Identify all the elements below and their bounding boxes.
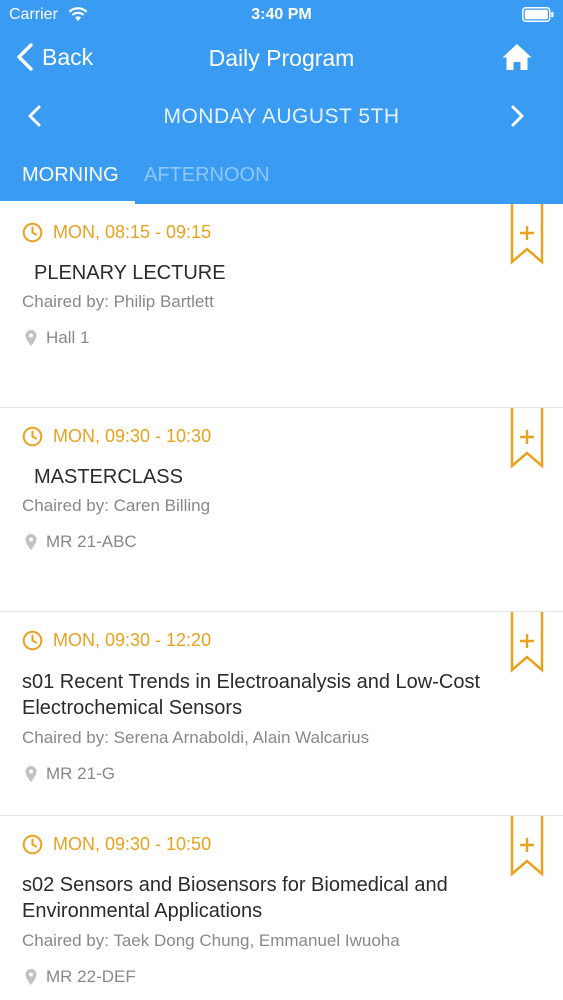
session-location: Hall 1 xyxy=(22,328,89,348)
session-chair: Chaired by: Taek Dong Chung, Emmanuel Iw… xyxy=(22,931,400,950)
bookmark-plus-icon[interactable] xyxy=(510,816,544,878)
bookmark-plus-icon[interactable] xyxy=(510,408,544,470)
session-title: MASTERCLASS xyxy=(34,466,183,488)
tab-morning[interactable]: MORNING xyxy=(22,164,119,187)
battery-icon xyxy=(522,7,554,22)
session-location-label: Hall 1 xyxy=(46,328,90,347)
session-location: MR 22-DEF xyxy=(22,967,136,987)
session-card[interactable]: MON, 09:30 - 10:50 s02 Sensors and Biose… xyxy=(0,816,563,1000)
back-button[interactable]: Back xyxy=(16,40,93,74)
session-location: MR 21-G xyxy=(22,764,115,784)
chevron-right-icon[interactable] xyxy=(506,104,528,128)
status-bar: Carrier 3:40 PM xyxy=(0,0,563,30)
clock-icon xyxy=(22,630,43,651)
tab-bar: MORNING AFTERNOON xyxy=(0,160,563,204)
session-card[interactable]: MON, 08:15 - 09:15 PLENARY LECTURE Chair… xyxy=(0,204,563,408)
home-icon[interactable] xyxy=(501,42,533,72)
session-location: MR 21-ABC xyxy=(22,532,137,552)
session-time-label: MON, 09:30 - 10:50 xyxy=(53,834,212,854)
tab-afternoon[interactable]: AFTERNOON xyxy=(144,164,270,187)
session-chair: Chaired by: Philip Bartlett xyxy=(22,292,214,311)
navigation-bar: Back Daily Program xyxy=(0,36,563,80)
back-chevron-icon xyxy=(17,43,33,71)
session-title: PLENARY LECTURE xyxy=(34,262,226,284)
location-pin-icon xyxy=(25,969,37,985)
status-time: 3:40 PM xyxy=(251,6,312,23)
location-pin-icon xyxy=(25,330,37,346)
day-selector: MONDAY AUGUST 5TH xyxy=(0,96,563,136)
session-chair: Chaired by: Caren Billing xyxy=(22,496,211,515)
location-pin-icon xyxy=(25,766,37,782)
session-card[interactable]: MON, 09:30 - 10:30 MASTERCLASS Chaired b… xyxy=(0,408,563,612)
session-chair: Chaired by: Serena Arnaboldi, Alain Walc… xyxy=(22,728,370,747)
session-time-label: MON, 09:30 - 12:20 xyxy=(53,630,212,650)
session-card[interactable]: MON, 09:30 - 12:20 s01 Recent Trends in … xyxy=(0,612,563,816)
back-label: Back xyxy=(42,43,94,70)
session-location-label: MR 21-G xyxy=(46,764,115,783)
header: Carrier 3:40 PM Back Daily Program MONDA… xyxy=(0,0,563,204)
session-title: s01 Recent Trends in Electroanalysis and… xyxy=(22,671,481,719)
session-location-label: MR 21-ABC xyxy=(46,532,137,551)
session-time: MON, 09:30 - 10:30 xyxy=(22,426,211,447)
session-time: MON, 09:30 - 10:50 xyxy=(22,834,211,855)
bookmark-plus-icon[interactable] xyxy=(510,204,544,266)
session-time: MON, 09:30 - 12:20 xyxy=(22,630,211,651)
bookmark-plus-icon[interactable] xyxy=(510,612,544,674)
location-pin-icon xyxy=(25,534,37,550)
session-location-label: MR 22-DEF xyxy=(46,967,136,986)
clock-icon xyxy=(22,426,43,447)
session-time-label: MON, 08:15 - 09:15 xyxy=(53,222,212,242)
session-time: MON, 08:15 - 09:15 xyxy=(22,222,211,243)
session-title: s02 Sensors and Biosensors for Biomedica… xyxy=(22,874,448,922)
day-label: MONDAY AUGUST 5TH xyxy=(163,105,400,128)
clock-icon xyxy=(22,834,43,855)
session-time-label: MON, 09:30 - 10:30 xyxy=(53,426,212,446)
clock-icon xyxy=(22,222,43,243)
